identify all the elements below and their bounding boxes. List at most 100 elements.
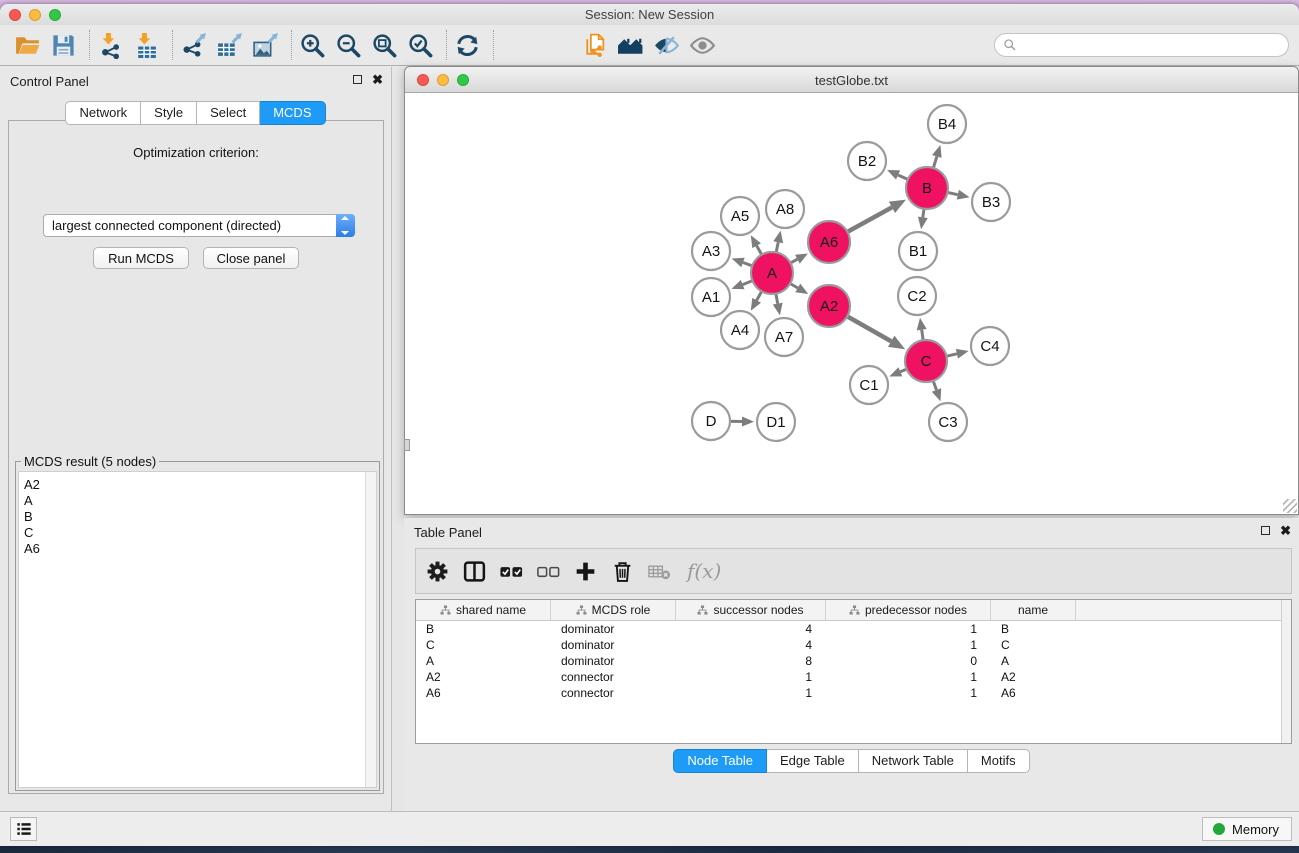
zoom-in-icon[interactable] bbox=[297, 30, 327, 60]
node-B4[interactable]: B4 bbox=[928, 105, 966, 143]
table-cell[interactable]: A6 bbox=[416, 685, 551, 701]
tab-network-table[interactable]: Network Table bbox=[859, 749, 968, 773]
node-D[interactable]: D bbox=[692, 402, 730, 440]
zoom-fit-icon[interactable] bbox=[369, 30, 399, 60]
table-scrollbar[interactable] bbox=[1281, 600, 1291, 743]
table-cell[interactable]: 1 bbox=[826, 637, 991, 653]
table-cell[interactable]: 4 bbox=[676, 621, 826, 637]
table-row[interactable]: Cdominator41C bbox=[416, 637, 1291, 653]
result-item[interactable]: A2 bbox=[24, 477, 376, 493]
split-columns-icon[interactable] bbox=[459, 556, 489, 586]
export-table-icon[interactable] bbox=[214, 30, 244, 60]
tab-motifs[interactable]: Motifs bbox=[968, 749, 1030, 773]
column-header-successor-nodes[interactable]: successor nodes bbox=[676, 600, 826, 620]
table-cell[interactable]: 1 bbox=[826, 685, 991, 701]
tab-node-table[interactable]: Node Table bbox=[673, 749, 767, 773]
result-item[interactable]: C bbox=[24, 525, 376, 541]
network-canvas[interactable]: B4 B2 B B3 A5A8A6 A3 B1 A A1 C2 A2 A4A7 C C4 C1 C3 D D1 bbox=[405, 93, 1298, 514]
zoom-out-icon[interactable] bbox=[333, 30, 363, 60]
close-panel-button[interactable]: Close panel bbox=[203, 247, 299, 269]
zoom-selected-icon[interactable] bbox=[405, 30, 435, 60]
task-history-button[interactable] bbox=[10, 817, 37, 841]
run-mcds-button[interactable]: Run MCDS bbox=[93, 247, 189, 269]
table-cell[interactable]: dominator bbox=[551, 621, 676, 637]
table-row[interactable]: Adominator80A bbox=[416, 653, 1291, 669]
table-cell[interactable]: 1 bbox=[826, 669, 991, 685]
node-C[interactable]: C bbox=[905, 340, 947, 382]
optimization-criterion-dropdown[interactable]: largest connected component (directed) bbox=[43, 214, 355, 237]
table-delete-icon[interactable] bbox=[644, 556, 674, 586]
node-A[interactable]: A bbox=[751, 252, 793, 294]
table-cell[interactable]: A6 bbox=[991, 685, 1076, 701]
table-cell[interactable]: B bbox=[416, 621, 551, 637]
node-A1[interactable]: A1 bbox=[692, 278, 730, 316]
close-table-panel-icon[interactable]: ✖ bbox=[1280, 525, 1291, 536]
tab-network[interactable]: Network bbox=[65, 101, 141, 125]
checked-boxes-icon[interactable] bbox=[496, 556, 526, 586]
search-input[interactable] bbox=[994, 33, 1289, 57]
mcds-result-list[interactable]: A2ABCA6 bbox=[18, 471, 377, 788]
document-share-icon[interactable] bbox=[579, 30, 609, 60]
node-B3[interactable]: B3 bbox=[972, 183, 1010, 221]
column-header-MCDS-role[interactable]: MCDS role bbox=[551, 600, 676, 620]
float-table-panel-icon[interactable] bbox=[1261, 526, 1270, 535]
table-row[interactable]: A2connector11A2 bbox=[416, 669, 1291, 685]
node-A6[interactable]: A6 bbox=[808, 221, 850, 263]
node-C1[interactable]: C1 bbox=[850, 366, 888, 404]
table-cell[interactable]: 4 bbox=[676, 637, 826, 653]
close-panel-icon[interactable]: ✖ bbox=[372, 74, 383, 85]
gear-icon[interactable] bbox=[422, 556, 452, 586]
import-network-icon[interactable] bbox=[95, 30, 125, 60]
function-builder-button[interactable]: f(x) bbox=[687, 559, 721, 583]
node-A4[interactable]: A4 bbox=[721, 311, 759, 349]
dropdown-stepper-icon[interactable] bbox=[336, 214, 355, 237]
node-A2[interactable]: A2 bbox=[808, 285, 850, 327]
tab-select[interactable]: Select bbox=[197, 101, 260, 125]
node-A7[interactable]: A7 bbox=[765, 318, 803, 356]
import-table-icon[interactable] bbox=[131, 30, 161, 60]
refresh-icon[interactable] bbox=[452, 30, 482, 60]
save-session-icon[interactable] bbox=[48, 30, 78, 60]
unchecked-boxes-icon[interactable] bbox=[533, 556, 563, 586]
node-C2[interactable]: C2 bbox=[898, 277, 936, 315]
add-icon[interactable] bbox=[570, 556, 600, 586]
table-cell[interactable]: connector bbox=[551, 669, 676, 685]
node-A3[interactable]: A3 bbox=[692, 232, 730, 270]
eye-slash-icon[interactable] bbox=[651, 30, 681, 60]
houses-icon[interactable] bbox=[615, 30, 645, 60]
eye-icon[interactable] bbox=[687, 30, 717, 60]
table-cell[interactable]: dominator bbox=[551, 637, 676, 653]
node-A5[interactable]: A5 bbox=[721, 197, 759, 235]
export-network-icon[interactable] bbox=[178, 30, 208, 60]
node-A8[interactable]: A8 bbox=[766, 190, 804, 228]
result-list-scrollbar[interactable] bbox=[365, 472, 376, 787]
table-cell[interactable]: 1 bbox=[676, 669, 826, 685]
node-C3[interactable]: C3 bbox=[929, 403, 967, 441]
node-B2[interactable]: B2 bbox=[848, 142, 886, 180]
table-cell[interactable]: 1 bbox=[826, 621, 991, 637]
float-panel-icon[interactable] bbox=[353, 75, 362, 84]
node-C4[interactable]: C4 bbox=[971, 327, 1009, 365]
column-header-shared-name[interactable]: shared name bbox=[416, 600, 551, 620]
table-row[interactable]: Bdominator41B bbox=[416, 621, 1291, 637]
table-cell[interactable]: connector bbox=[551, 685, 676, 701]
window-resize-grip[interactable] bbox=[1283, 499, 1297, 513]
table-cell[interactable]: 0 bbox=[826, 653, 991, 669]
tab-edge-table[interactable]: Edge Table bbox=[767, 749, 859, 773]
column-header-predecessor-nodes[interactable]: predecessor nodes bbox=[826, 600, 991, 620]
table-cell[interactable]: C bbox=[416, 637, 551, 653]
table-cell[interactable]: 1 bbox=[676, 685, 826, 701]
window-edge-grip[interactable] bbox=[404, 439, 410, 451]
table-cell[interactable]: A2 bbox=[991, 669, 1076, 685]
node-B1[interactable]: B1 bbox=[899, 232, 937, 270]
node-D1[interactable]: D1 bbox=[757, 403, 795, 441]
node-B[interactable]: B bbox=[906, 167, 948, 209]
table-cell[interactable]: dominator bbox=[551, 653, 676, 669]
tab-mcds[interactable]: MCDS bbox=[260, 101, 325, 125]
result-item[interactable]: A bbox=[24, 493, 376, 509]
memory-button[interactable]: Memory bbox=[1202, 817, 1292, 841]
table-cell[interactable]: C bbox=[991, 637, 1076, 653]
open-session-icon[interactable] bbox=[12, 30, 42, 60]
table-row[interactable]: A6connector11A6 bbox=[416, 685, 1291, 701]
result-item[interactable]: A6 bbox=[24, 541, 376, 557]
